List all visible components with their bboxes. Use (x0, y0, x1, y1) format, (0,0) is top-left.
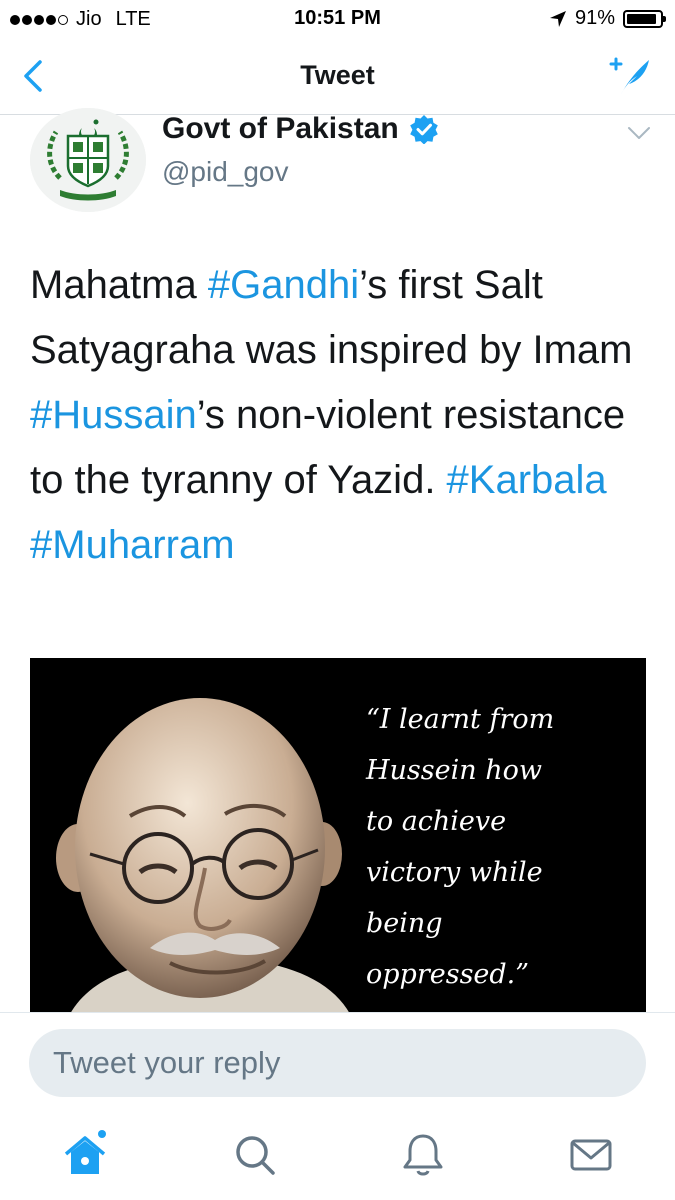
tab-bar (0, 1112, 675, 1200)
battery-icon (623, 9, 666, 28)
author-name-text: Govt of Pakistan (162, 112, 399, 145)
chevron-down-icon[interactable] (627, 126, 651, 140)
tweet-text: Mahatma #Gandhi’s first Salt Satyagraha … (30, 253, 645, 578)
author-name[interactable]: Govt of Pakistan (162, 112, 439, 146)
image-quote-text: “I learnt from Hussein how to achieve vi… (366, 704, 555, 990)
tweet-image[interactable]: “I learnt from Hussein how to achieve vi… (30, 658, 646, 1014)
nav-bar: Tweet (0, 38, 675, 115)
notifications-bell-icon[interactable] (398, 1130, 448, 1180)
hashtag-karbala[interactable]: #Karbala (447, 458, 607, 502)
author-avatar[interactable] (30, 108, 146, 212)
home-icon[interactable] (60, 1130, 110, 1180)
hashtag-hussain[interactable]: #Hussain (30, 393, 197, 437)
reply-bar: Tweet your reply (0, 1012, 675, 1113)
messages-envelope-icon[interactable] (566, 1130, 616, 1180)
reply-input[interactable]: Tweet your reply (29, 1029, 646, 1097)
portrait-illustration (56, 698, 350, 1014)
location-arrow-icon (549, 10, 566, 27)
battery-fill (627, 13, 657, 24)
battery-percent: 91% (574, 7, 615, 29)
hashtag-gandhi[interactable]: #Gandhi (208, 263, 359, 307)
search-icon[interactable] (230, 1130, 280, 1180)
tweet-text-part: Mahatma (30, 263, 208, 307)
compose-tweet-icon[interactable] (607, 54, 653, 98)
page-title: Tweet (300, 60, 375, 90)
verified-badge-icon (409, 115, 438, 144)
status-right: 91% (549, 7, 666, 30)
author-handle[interactable]: @pid_gov (162, 156, 289, 188)
hashtag-muharram[interactable]: #Muharram (30, 523, 235, 567)
pakistan-emblem-icon (30, 108, 146, 212)
status-bar: Jio LTE 10:51 PM 91% (0, 0, 675, 38)
